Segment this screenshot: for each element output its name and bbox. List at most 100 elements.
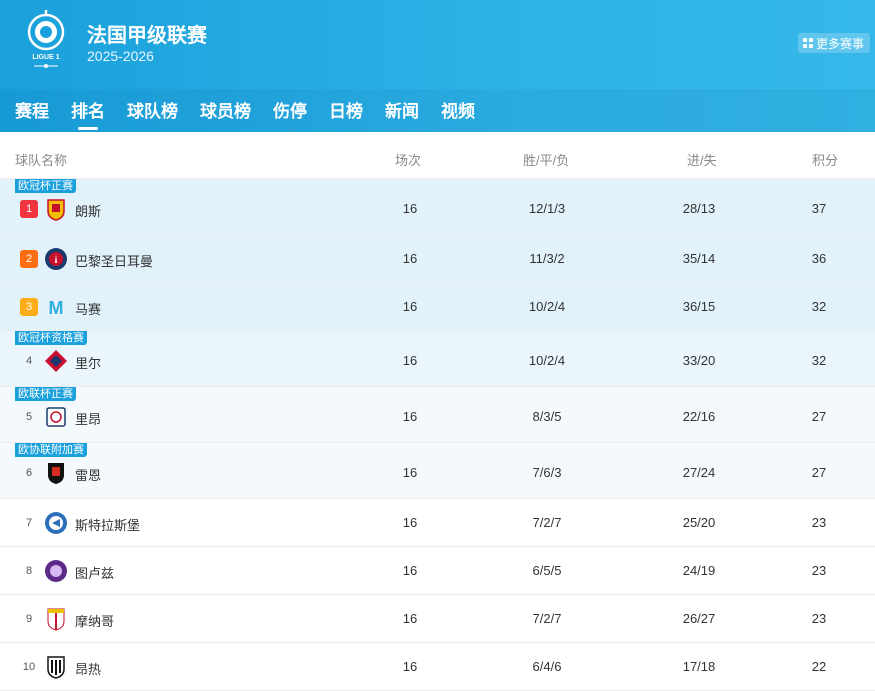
header-wdl: 胜/平/负 [523,153,570,168]
played-value: 16 [402,515,418,530]
played-value: 16 [402,611,418,626]
lens-badge-icon [47,199,65,221]
zone-label: 欧冠杯正赛 [15,179,76,193]
table-row[interactable]: 欧联杯正赛 5 里昂 16 8/3/5 22/16 27 [0,387,875,443]
more-competitions-label: 更多赛事 [815,36,864,51]
ligue1-logo: LIGUE 1 [27,10,65,68]
grid-icon [802,38,813,48]
wdl-value: 11/3/2 [529,251,565,266]
wdl-value: 12/1/3 [528,201,566,216]
goals-value: 27/24 [682,465,716,480]
wdl-value: 8/3/5 [532,409,562,424]
standings-table-header: 球队名称 场次 胜/平/负 进/失 积分 [0,132,875,179]
svg-text:M: M [49,298,64,318]
played-value: 16 [402,299,418,314]
rank-badge: 6 [25,467,33,479]
points-value: 32 [811,353,827,368]
tab-6[interactable]: 新闻 [385,97,419,122]
played-value: 16 [402,659,418,674]
played-value: 16 [402,563,418,578]
rank-badge: 10 [22,661,36,673]
table-row[interactable]: 10 昂热 16 6/4/6 17/18 22 [0,643,875,691]
played-value: 16 [402,201,418,216]
league-title: 法国甲级联赛 [87,25,207,47]
rank-badge: 3 [20,298,38,316]
points-value: 36 [811,251,827,266]
standings-table: 欧冠杯正赛 1 朗斯 16 12/1/3 28/13 37 2 巴黎圣日耳曼 16 11/3/2 35… [0,179,875,691]
lyon-badge-icon [46,407,66,427]
team-name[interactable]: 巴黎圣日耳曼 [75,251,153,270]
team-name[interactable]: 朗斯 [75,201,101,220]
team-name[interactable]: 里昂 [75,409,101,428]
nav-bar: 赛程 排名 球队榜 球员榜 伤停 日榜 新闻 视频 [0,89,875,132]
wdl-value: 7/6/3 [532,465,562,480]
header-played: 场次 [395,153,422,168]
league-header: LIGUE 1 法国甲级联赛 2025-2026 更多赛事 赛程 排名 球队榜 球员榜… [0,0,875,132]
tab-3[interactable]: 球员榜 [200,97,251,122]
wdl-value: 6/5/5 [532,563,562,578]
header-team: 球队名称 [15,153,68,168]
team-name[interactable]: 摩纳哥 [75,611,114,630]
rennes-badge-icon [48,463,64,484]
rank-badge: 5 [25,411,33,423]
rank-badge: 4 [25,355,33,367]
goals-value: 26/27 [682,611,716,626]
table-row[interactable]: 欧冠杯正赛 1 朗斯 16 12/1/3 28/13 37 [0,179,875,235]
header-points: 积分 [812,153,839,168]
table-row[interactable]: 9 摩纳哥 16 7/2/7 26/27 23 [0,595,875,643]
rank-badge: 9 [25,613,33,625]
toulouse-badge-icon [45,560,67,582]
header-goals: 进/失 [687,153,717,168]
points-value: 23 [811,611,827,626]
team-name[interactable]: 里尔 [75,353,101,372]
rank-badge: 7 [25,517,33,529]
svg-text:LIGUE 1: LIGUE 1 [32,54,59,61]
tab-4[interactable]: 伤停 [273,97,307,122]
table-row[interactable]: 2 巴黎圣日耳曼 16 11/3/2 35/14 36 [0,235,875,283]
team-name[interactable]: 马赛 [75,299,101,318]
points-value: 27 [811,409,827,424]
goals-value: 28/13 [682,201,716,216]
goals-value: 35/14 [682,251,716,266]
marseille-badge-icon: M [49,298,64,318]
more-competitions-button[interactable]: 更多赛事 [797,33,870,53]
goals-value: 33/20 [682,353,716,368]
wdl-value: 10/2/4 [528,353,566,368]
tab-2[interactable]: 球队榜 [127,97,178,122]
zone-label: 欧协联附加赛 [15,443,87,457]
tab-0[interactable]: 赛程 [15,97,49,122]
points-value: 27 [811,465,827,480]
table-row[interactable]: 7 斯特拉斯堡 16 7/2/7 25/20 23 [0,499,875,547]
strasbourg-badge-icon [45,512,67,534]
goals-value: 22/16 [682,409,716,424]
points-value: 23 [811,515,827,530]
goals-value: 25/20 [682,515,716,530]
goals-value: 36/15 [682,299,716,314]
team-name[interactable]: 斯特拉斯堡 [75,515,140,534]
points-value: 32 [811,299,827,314]
wdl-value: 7/2/7 [532,611,562,626]
table-row[interactable]: 欧协联附加赛 6 雷恩 16 7/6/3 27/24 27 [0,443,875,499]
rank-badge: 8 [25,565,33,577]
played-value: 16 [402,465,418,480]
wdl-value: 10/2/4 [528,299,566,314]
tab-5[interactable]: 日榜 [329,97,363,122]
played-value: 16 [402,353,418,368]
team-name[interactable]: 图卢兹 [75,563,114,582]
tab-7[interactable]: 视频 [441,97,475,122]
points-value: 22 [811,659,827,674]
psg-badge-icon [45,248,67,270]
played-value: 16 [402,409,418,424]
team-name[interactable]: 雷恩 [75,465,101,484]
table-row[interactable]: 3 M 马赛 16 10/2/4 36/15 32 [0,283,875,331]
rank-badge: 2 [20,250,38,268]
table-row[interactable]: 欧冠杯资格赛 4 里尔 16 10/2/4 33/20 32 [0,331,875,387]
points-value: 37 [811,201,827,216]
team-name[interactable]: 昂热 [75,659,101,678]
goals-value: 17/18 [682,659,716,674]
wdl-value: 7/2/7 [532,515,562,530]
monaco-badge-icon [47,608,65,631]
zone-label: 欧联杯正赛 [15,387,76,401]
tab-1[interactable]: 排名 [71,97,105,122]
table-row[interactable]: 8 图卢兹 16 6/5/5 24/19 23 [0,547,875,595]
